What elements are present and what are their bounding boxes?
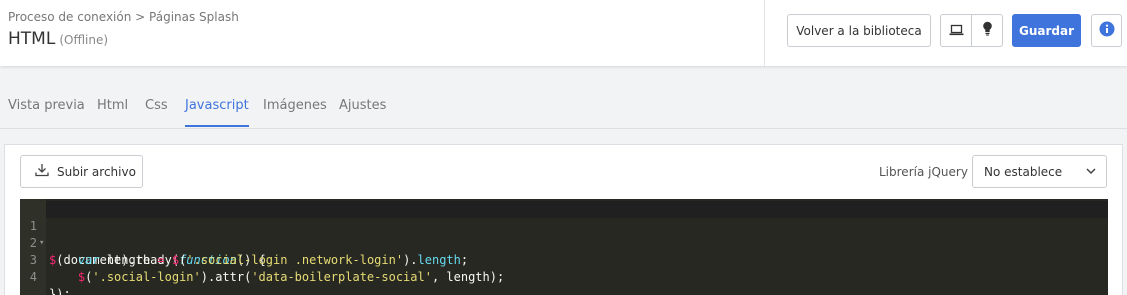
code-line: 3 $('.social-login').attr('data-boilerpl… (20, 235, 1108, 284)
save-button[interactable]: Guardar (1012, 14, 1081, 47)
info-icon (1099, 21, 1115, 40)
tab-settings[interactable]: Ajustes (339, 98, 386, 125)
code-line: 4 }); (20, 252, 1108, 295)
jquery-library-value: No establece (984, 164, 1063, 179)
view-toggle-group (940, 14, 1003, 47)
tab-css[interactable]: Css (145, 98, 168, 125)
editor-panel: Subir archivo Librería jQuery No estable… (4, 144, 1123, 295)
chevron-down-icon (1085, 165, 1097, 180)
jquery-library-select[interactable]: No establece (972, 155, 1107, 188)
tab-html[interactable]: Html (97, 98, 128, 125)
code-line-text: }); (49, 287, 71, 295)
page-title: HTML (Offline) (8, 29, 108, 49)
info-button[interactable] (1091, 14, 1122, 47)
upload-icon (35, 163, 57, 180)
back-to-library-button[interactable]: Volver a la biblioteca (787, 14, 931, 47)
tab-javascript[interactable]: Javascript (185, 98, 249, 127)
desktop-preview-button[interactable] (941, 15, 971, 46)
upload-file-button[interactable]: Subir archivo (20, 155, 143, 188)
lightbulb-icon (982, 21, 993, 40)
code-line-text: $('.social-login').attr('data-boilerplat… (77, 270, 505, 284)
tab-images[interactable]: Imágenes (263, 98, 327, 125)
tab-preview[interactable]: Vista previa (8, 98, 85, 125)
line-number: 4 (29, 270, 37, 284)
tips-button[interactable] (971, 15, 1002, 46)
laptop-icon (949, 21, 964, 40)
header-divider (764, 0, 765, 66)
page-status: (Offline) (59, 33, 109, 47)
page-title-text: HTML (8, 29, 56, 49)
code-line: 1 ▾ $(document).ready(function() { (20, 201, 1108, 267)
code-editor[interactable]: 1 ▾ $(document).ready(function() { 2 var… (20, 199, 1108, 295)
top-header: Proceso de conexión > Páginas Splash HTM… (0, 0, 1127, 66)
upload-file-label: Subir archivo (57, 164, 136, 179)
editor-tabs: Vista previa Html Css Javascript Imágene… (0, 88, 1127, 129)
code-line: 2 var length = $('.social-login .network… (20, 218, 1108, 267)
jquery-library-label: Librería jQuery (879, 165, 968, 179)
breadcrumb[interactable]: Proceso de conexión > Páginas Splash (8, 10, 239, 24)
